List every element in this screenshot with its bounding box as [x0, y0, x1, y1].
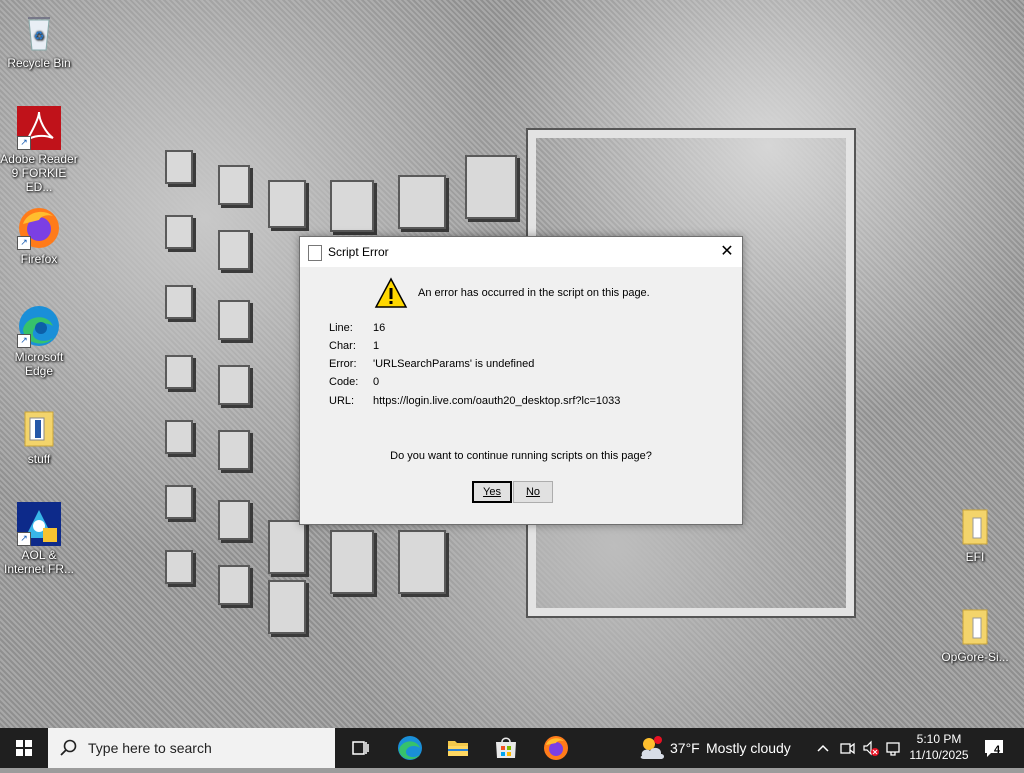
- clock-date: 11/10/2025: [909, 748, 969, 762]
- no-button[interactable]: No: [513, 481, 553, 503]
- notification-center-button[interactable]: 4: [982, 736, 1006, 760]
- taskbar-file-explorer-button[interactable]: [434, 728, 482, 768]
- field-code: Code: 0: [329, 376, 380, 388]
- shortcut-arrow-icon: ↗: [17, 334, 31, 348]
- shortcut-arrow-icon: ↗: [17, 532, 31, 546]
- notification-count: 4: [994, 744, 1001, 756]
- desktop-icon-stuff[interactable]: stuff: [0, 406, 78, 466]
- warning-icon: [374, 277, 408, 309]
- search-placeholder: Type here to search: [88, 740, 212, 756]
- shortcut-arrow-icon: ↗: [17, 136, 31, 150]
- document-icon: [308, 245, 322, 261]
- store-icon: [496, 737, 516, 758]
- field-char: Char: 1: [329, 340, 380, 352]
- desktop-icon-microsoft-edge[interactable]: ↗ Microsoft Edge: [0, 304, 78, 378]
- continue-question: Do you want to continue running scripts …: [390, 450, 652, 462]
- field-line: Line: 16: [329, 322, 386, 334]
- desktop-icon-label: Firefox: [20, 252, 58, 266]
- desktop-icon-label: EFI: [965, 550, 985, 564]
- taskbar-edge-button[interactable]: [386, 728, 434, 768]
- folder-icon: [17, 406, 61, 450]
- clock[interactable]: 5:10 PM 11/10/2025: [900, 731, 978, 763]
- desktop-icon-firefox[interactable]: ↗ Firefox: [0, 206, 78, 266]
- taskbar: Type here to search 37°F Mostly cloudy 5…: [0, 728, 1024, 768]
- show-hidden-icons-button[interactable]: [816, 738, 830, 761]
- yes-button[interactable]: Yes: [472, 481, 512, 503]
- weather-widget[interactable]: 37°F Mostly cloudy: [636, 728, 791, 768]
- task-view-button[interactable]: [336, 728, 384, 768]
- search-icon: [60, 739, 77, 756]
- edge-icon: ↗: [17, 304, 61, 348]
- script-error-dialog: Script Error ✕ An error has occurred in …: [299, 236, 743, 525]
- desktop-icon-recycle-bin[interactable]: ♻ Recycle Bin: [0, 10, 78, 70]
- windows-logo-icon: [16, 740, 32, 756]
- desktop-icon-label: OpGore-Si...: [941, 650, 1009, 664]
- firefox-icon: ↗: [17, 206, 61, 250]
- weather-temperature: 37°F: [670, 740, 700, 756]
- task-view-icon: [352, 741, 369, 755]
- clock-time: 5:10 PM: [916, 732, 962, 746]
- cloudy-weather-icon: [640, 736, 664, 759]
- chevron-up-icon: [817, 744, 829, 752]
- taskbar-firefox-button[interactable]: [532, 728, 580, 768]
- taskbar-store-button[interactable]: [482, 728, 530, 768]
- desktop-icon-label: Recycle Bin: [7, 56, 71, 70]
- folder-icon: [953, 604, 997, 648]
- aol-icon: ↗: [17, 502, 61, 546]
- recycle-bin-icon: ♻: [17, 10, 61, 54]
- dialog-title: Script Error: [328, 245, 389, 259]
- desktop-icon-label: Microsoft Edge: [14, 350, 64, 378]
- adobe-reader-icon: ↗: [17, 106, 61, 150]
- volume-muted-icon: [863, 740, 879, 756]
- shortcut-arrow-icon: ↗: [17, 236, 31, 250]
- field-error: Error: 'URLSearchParams' is undefined: [329, 358, 535, 370]
- desktop-icon-opgore[interactable]: OpGore-Si...: [936, 604, 1014, 664]
- desktop-icon-efi[interactable]: EFI: [936, 504, 1014, 564]
- desktop-icon-label: stuff: [27, 452, 51, 466]
- desktop-icon-aol[interactable]: ↗ AOL & Internet FR...: [0, 502, 78, 576]
- svg-text:♻: ♻: [34, 29, 45, 43]
- firefox-icon: [544, 736, 568, 760]
- error-message: An error has occurred in the script on t…: [418, 287, 650, 299]
- folder-icon: [953, 504, 997, 548]
- field-url: URL: https://login.live.com/oauth20_deskt…: [329, 395, 621, 407]
- file-explorer-icon: [448, 741, 468, 756]
- search-box[interactable]: Type here to search: [48, 728, 335, 768]
- desktop-icon-label: AOL & Internet FR...: [3, 548, 75, 576]
- start-button[interactable]: [0, 728, 48, 768]
- dialog-titlebar[interactable]: Script Error ✕: [300, 237, 742, 267]
- camera-icon: [840, 742, 855, 755]
- desktop-icon-adobe-reader[interactable]: ↗ Adobe Reader 9 FORKIE ED...: [0, 106, 78, 194]
- close-button[interactable]: ✕: [712, 237, 742, 267]
- meet-now-button[interactable]: [840, 738, 856, 761]
- volume-button[interactable]: [862, 738, 880, 761]
- weather-condition: Mostly cloudy: [706, 740, 791, 756]
- desktop-icon-label: Adobe Reader 9 FORKIE ED...: [0, 152, 78, 194]
- edge-icon: [398, 736, 422, 760]
